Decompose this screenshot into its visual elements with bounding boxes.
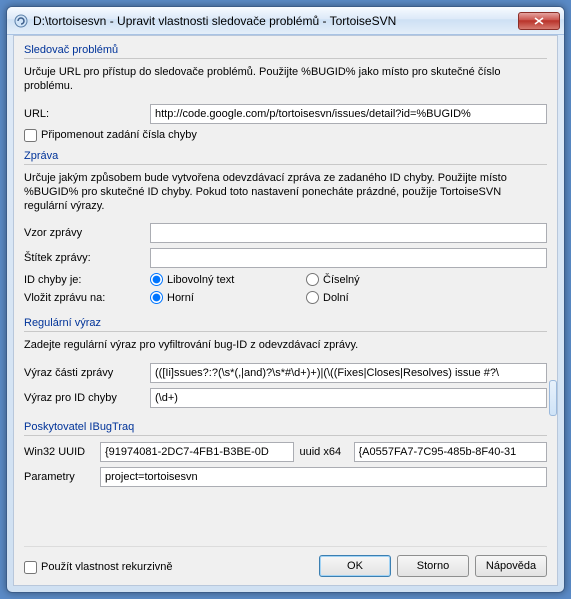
win32-uuid-input[interactable]: [100, 442, 294, 462]
titlebar: D:\tortoisesvn - Upravit vlastnosti sled…: [7, 7, 564, 35]
client-area: Sledovač problémů Určuje URL pro přístup…: [13, 35, 558, 586]
remind-checkbox[interactable]: [24, 129, 37, 142]
pattern-input[interactable]: [150, 223, 547, 243]
app-icon: [13, 13, 29, 29]
insert-label: Vložit zprávu na:: [24, 292, 144, 304]
pattern-label: Vzor zprávy: [24, 227, 144, 239]
dialog-window: D:\tortoisesvn - Upravit vlastnosti sled…: [6, 6, 565, 593]
regex-part-label: Výraz části zprávy: [24, 367, 144, 379]
params-input[interactable]: [100, 467, 547, 487]
issue-tracker-title: Sledovač problémů: [24, 44, 547, 59]
close-button[interactable]: [518, 12, 560, 30]
url-label: URL:: [24, 108, 144, 120]
bugid-numeric-radio[interactable]: [306, 273, 319, 286]
insert-top-label: Horní: [167, 292, 194, 304]
insert-bottom-label: Dolní: [323, 292, 349, 304]
x64-label: uuid x64: [300, 446, 348, 458]
bugid-anytext-label: Libovolný text: [167, 274, 234, 286]
message-group: Zpráva Určuje jakým způsobem bude vytvoř…: [24, 150, 547, 310]
provider-title: Poskytovatel IBugTraq: [24, 421, 547, 436]
recursive-label: Použít vlastnost rekurzivně: [41, 561, 172, 573]
recursive-checkbox[interactable]: [24, 561, 37, 574]
ok-button[interactable]: OK: [319, 555, 391, 577]
bugid-is-label: ID chyby je:: [24, 274, 144, 286]
x64-uuid-input[interactable]: [354, 442, 548, 462]
insert-bottom-radio[interactable]: [306, 291, 319, 304]
issue-tracker-desc: Určuje URL pro přístup do sledovače prob…: [24, 65, 547, 94]
regex-id-label: Výraz pro ID chyby: [24, 392, 144, 404]
remind-label: Připomenout zadání čísla chyby: [41, 129, 197, 141]
insert-top-radio[interactable]: [150, 291, 163, 304]
regex-group: Regulární výraz Zadejte regulární výraz …: [24, 317, 547, 412]
regex-title: Regulární výraz: [24, 317, 547, 332]
bugid-numeric-label: Číselný: [323, 274, 360, 286]
help-button[interactable]: Nápověda: [475, 555, 547, 577]
regex-part-input[interactable]: [150, 363, 547, 383]
window-title: D:\tortoisesvn - Upravit vlastnosti sled…: [33, 14, 518, 28]
params-label: Parametry: [24, 471, 94, 483]
button-bar: Použít vlastnost rekurzivně OK Storno Ná…: [24, 546, 547, 577]
win32-label: Win32 UUID: [24, 446, 94, 458]
message-desc: Určuje jakým způsobem bude vytvořena ode…: [24, 171, 547, 214]
bugid-anytext-radio[interactable]: [150, 273, 163, 286]
regex-id-input[interactable]: [150, 388, 547, 408]
regex-desc: Zadejte regulární výraz pro vyfiltrování…: [24, 338, 547, 352]
tag-label: Štítek zprávy:: [24, 252, 144, 264]
tag-input[interactable]: [150, 248, 547, 268]
message-title: Zpráva: [24, 150, 547, 165]
provider-group: Poskytovatel IBugTraq Win32 UUID uuid x6…: [24, 421, 547, 492]
issue-tracker-group: Sledovač problémů Určuje URL pro přístup…: [24, 44, 547, 142]
url-input[interactable]: [150, 104, 547, 124]
cancel-button[interactable]: Storno: [397, 555, 469, 577]
scrollbar-thumb[interactable]: [549, 380, 557, 416]
